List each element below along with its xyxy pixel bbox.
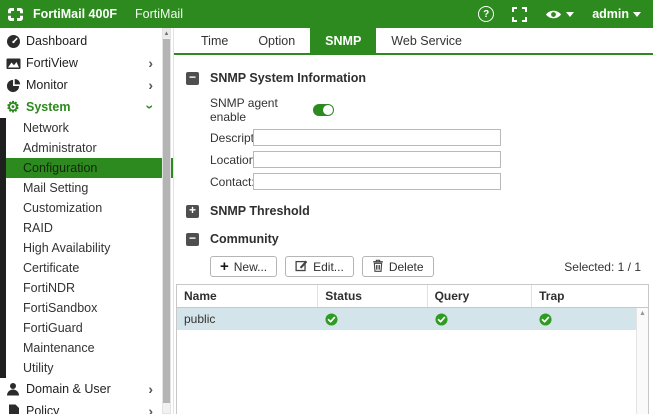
description-label: Description: (210, 131, 253, 145)
cell-query (428, 313, 533, 326)
sidebar-item-fortindr[interactable]: FortiNDR (6, 278, 173, 298)
trash-icon (372, 259, 384, 275)
table-scrollbar[interactable]: ▲ ▼ (636, 308, 648, 414)
section-snmp-threshold[interactable]: + SNMP Threshold (186, 204, 653, 218)
community-table: Name Status Query Trap public ▲ ▼ (176, 284, 649, 414)
selected-count: Selected: 1 / 1 (564, 260, 641, 274)
fortinet-logo-icon (8, 8, 23, 21)
column-header-query[interactable]: Query (428, 285, 533, 307)
tab-option[interactable]: Option (243, 28, 310, 53)
section-title: Community (210, 232, 279, 246)
gauge-icon (5, 34, 21, 49)
sidebar-item-certificate[interactable]: Certificate (6, 258, 173, 278)
edit-button[interactable]: Edit... (285, 256, 354, 277)
expand-icon[interactable]: + (186, 205, 199, 218)
sidebar-item-utility[interactable]: Utility (6, 358, 173, 378)
section-community[interactable]: − Community (186, 232, 653, 246)
chevron-right-icon: › (148, 382, 153, 396)
sidebar: Dashboard FortiView › Monitor › ⚙ System… (0, 28, 174, 414)
chevron-right-icon: › (148, 404, 153, 414)
top-bar: FortiMail 400F FortiMail ? admin (0, 0, 653, 28)
user-menu[interactable]: admin (592, 7, 641, 21)
scroll-up-icon[interactable]: ▲ (163, 29, 170, 38)
column-header-trap[interactable]: Trap (532, 285, 648, 307)
chevron-right-icon: › (148, 78, 153, 92)
scroll-up-icon[interactable]: ▲ (639, 310, 646, 317)
sidebar-scrollbar[interactable]: ▲ (162, 28, 171, 414)
sidebar-item-high-availability[interactable]: High Availability (6, 238, 173, 258)
collapse-icon[interactable]: − (186, 72, 199, 85)
sidebar-item-network[interactable]: Network (6, 118, 173, 138)
sidebar-item-domain-user[interactable]: Domain & User › (0, 378, 173, 400)
sidebar-item-configuration[interactable]: Configuration (6, 158, 173, 178)
contact-label: Contact: (210, 175, 253, 189)
eye-icon (545, 9, 562, 20)
help-icon[interactable]: ? (478, 6, 494, 22)
cell-status (318, 313, 427, 326)
section-snmp-system-information[interactable]: − SNMP System Information (186, 71, 653, 85)
collapse-icon[interactable]: − (186, 233, 199, 246)
area-chart-icon (5, 56, 21, 71)
scrollbar-thumb[interactable] (163, 39, 170, 403)
chevron-down-icon (566, 12, 574, 17)
chevron-right-icon: › (148, 56, 153, 70)
cell-name: public (177, 312, 318, 326)
sidebar-item-customization[interactable]: Customization (6, 198, 173, 218)
contact-input[interactable] (253, 173, 501, 190)
cell-trap (532, 313, 636, 326)
sidebar-item-policy[interactable]: Policy › (0, 400, 173, 414)
check-circle-icon (539, 313, 552, 326)
table-row[interactable]: public (177, 308, 648, 330)
sidebar-item-system[interactable]: ⚙ System › (0, 96, 173, 118)
pie-chart-icon (5, 78, 21, 93)
edit-icon (295, 259, 308, 275)
snmp-agent-enable-label: SNMP agent enable (210, 96, 313, 124)
sidebar-item-fortiguard[interactable]: FortiGuard (6, 318, 173, 338)
check-circle-icon (325, 313, 338, 326)
chevron-down-icon: › (144, 105, 158, 110)
user-icon (5, 382, 21, 396)
location-input[interactable] (253, 151, 501, 168)
new-button[interactable]: + New... (210, 256, 277, 277)
table-header: Name Status Query Trap (177, 285, 648, 308)
section-title: SNMP System Information (210, 71, 366, 85)
system-submenu: Network Administrator Configuration Mail… (0, 118, 173, 378)
delete-button[interactable]: Delete (362, 256, 434, 277)
main-content: − SNMP System Information SNMP agent ena… (174, 57, 653, 414)
visibility-menu[interactable] (545, 9, 574, 20)
sidebar-item-raid[interactable]: RAID (6, 218, 173, 238)
sidebar-item-mail-setting[interactable]: Mail Setting (6, 178, 173, 198)
snmp-agent-toggle[interactable] (313, 104, 334, 116)
sidebar-item-administrator[interactable]: Administrator (6, 138, 173, 158)
tab-bar: Time Option SNMP Web Service (174, 28, 653, 55)
gear-icon: ⚙ (5, 100, 21, 115)
chevron-down-icon (633, 12, 641, 17)
column-header-status[interactable]: Status (318, 285, 427, 307)
document-icon (5, 404, 21, 414)
fullscreen-icon[interactable] (512, 7, 527, 22)
product-name: FortiMail (135, 7, 183, 21)
sidebar-item-fortiview[interactable]: FortiView › (0, 52, 173, 74)
sidebar-item-maintenance[interactable]: Maintenance (6, 338, 173, 358)
check-circle-icon (435, 313, 448, 326)
tab-time[interactable]: Time (186, 28, 243, 53)
device-model: FortiMail 400F (33, 7, 117, 21)
community-toolbar: + New... Edit... Delete Selected: 1 / 1 (210, 256, 641, 277)
sidebar-item-fortisandbox[interactable]: FortiSandbox (6, 298, 173, 318)
table-body: public ▲ ▼ (177, 308, 648, 414)
plus-icon: + (220, 259, 229, 274)
tab-snmp[interactable]: SNMP (310, 28, 376, 53)
description-input[interactable] (253, 129, 501, 146)
sidebar-item-dashboard[interactable]: Dashboard (0, 30, 173, 52)
section-title: SNMP Threshold (210, 204, 310, 218)
column-header-name[interactable]: Name (177, 285, 318, 307)
location-label: Location: (210, 153, 253, 167)
tab-web-service[interactable]: Web Service (376, 28, 477, 53)
sidebar-item-monitor[interactable]: Monitor › (0, 74, 173, 96)
